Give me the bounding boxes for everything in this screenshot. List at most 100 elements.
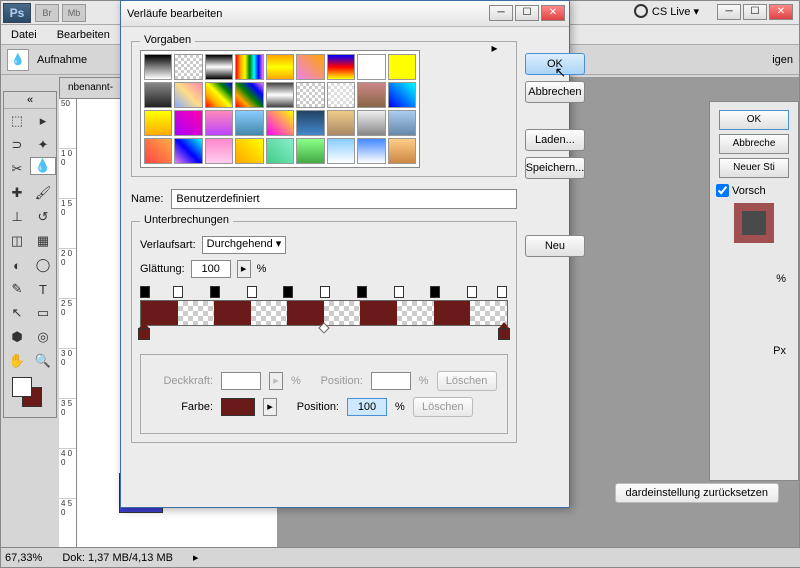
foreground-swatch[interactable] <box>12 377 32 397</box>
opacity-stop[interactable] <box>430 286 440 298</box>
preset-swatch[interactable] <box>388 138 416 164</box>
preset-swatch[interactable] <box>144 82 172 108</box>
reset-defaults-button[interactable]: dardeinstellung zurücksetzen <box>615 483 779 503</box>
preset-swatch[interactable] <box>144 110 172 136</box>
preset-swatch[interactable] <box>266 110 294 136</box>
preset-swatch[interactable] <box>327 110 355 136</box>
preset-swatch[interactable] <box>388 110 416 136</box>
dodge-tool[interactable]: ◯ <box>30 253 56 277</box>
pen-tool[interactable]: ✎ <box>4 277 30 301</box>
color-menu-icon[interactable]: ▸ <box>263 398 277 416</box>
opacity-stop[interactable] <box>210 286 220 298</box>
name-input[interactable] <box>171 189 516 209</box>
doc-size[interactable]: Dok: 1,37 MB/4,13 MB <box>62 552 173 564</box>
load-button[interactable]: Laden... <box>525 129 586 151</box>
document-tab[interactable]: nbenannt- <box>59 77 122 99</box>
menu-datei[interactable]: Datei <box>11 29 37 41</box>
dialog-minimize-button[interactable]: ─ <box>489 5 513 21</box>
preset-swatch[interactable] <box>144 54 172 80</box>
maximize-button[interactable]: ☐ <box>743 4 767 20</box>
preset-swatch[interactable] <box>205 82 233 108</box>
cancel-button[interactable]: Abbrechen <box>525 81 586 103</box>
bridge-button[interactable]: Br <box>35 4 59 22</box>
color-position-input[interactable] <box>347 398 387 416</box>
opacity-stop[interactable] <box>283 286 293 298</box>
preset-swatch[interactable] <box>235 82 263 108</box>
preset-swatch[interactable] <box>174 82 202 108</box>
preset-swatch[interactable] <box>205 54 233 80</box>
camera-tool[interactable]: ◎ <box>30 325 56 349</box>
shape-tool[interactable]: ▭ <box>30 301 56 325</box>
gradient-type-select[interactable]: Durchgehend ▾ <box>202 236 287 254</box>
opacity-stop[interactable] <box>497 286 507 298</box>
direct-select-tool[interactable]: ↖ <box>4 301 30 325</box>
hand-tool[interactable]: ✋ <box>4 349 30 373</box>
lasso-tool[interactable]: ⊃ <box>4 133 30 157</box>
cs-live-menu[interactable]: CS Live ▾ <box>634 4 699 18</box>
zoom-level[interactable]: 67,33% <box>5 552 42 564</box>
eraser-tool[interactable]: ◫ <box>4 229 30 253</box>
blur-tool[interactable]: ◐ <box>4 253 30 277</box>
preset-swatch[interactable] <box>205 138 233 164</box>
preset-swatch[interactable] <box>235 54 263 80</box>
history-brush-tool[interactable]: ↺ <box>30 205 56 229</box>
opacity-stop[interactable] <box>320 286 330 298</box>
opacity-stop[interactable] <box>140 286 150 298</box>
preset-swatch[interactable] <box>266 82 294 108</box>
preset-swatch[interactable] <box>235 138 263 164</box>
heal-tool[interactable]: ✚ <box>4 181 30 205</box>
preset-swatch[interactable] <box>174 110 202 136</box>
style-ok-button[interactable]: OK <box>719 110 789 130</box>
zoom-tool[interactable]: 🔍 <box>30 349 56 373</box>
preset-swatch[interactable] <box>296 82 324 108</box>
close-button[interactable]: ✕ <box>769 4 793 20</box>
dialog-close-button[interactable]: ✕ <box>541 5 565 21</box>
stamp-tool[interactable]: ⊥ <box>4 205 30 229</box>
preset-swatch[interactable] <box>357 110 385 136</box>
ok-button[interactable]: OK ↖ <box>525 53 586 75</box>
preset-swatch[interactable] <box>174 138 202 164</box>
style-cancel-button[interactable]: Abbreche <box>719 134 789 154</box>
dialog-maximize-button[interactable]: ☐ <box>515 5 539 21</box>
gradient-tool[interactable]: ▦ <box>30 229 56 253</box>
preset-swatch[interactable] <box>357 54 385 80</box>
preset-swatch[interactable] <box>357 138 385 164</box>
3d-tool[interactable]: ⬢ <box>4 325 30 349</box>
dialog-title-bar[interactable]: Verläufe bearbeiten ─ ☐ ✕ <box>121 1 569 27</box>
preset-swatch[interactable] <box>357 82 385 108</box>
color-stop[interactable] <box>138 328 150 342</box>
status-arrow-icon[interactable]: ▸ <box>193 551 199 564</box>
type-tool[interactable]: T <box>30 277 56 301</box>
crop-tool[interactable]: ✂ <box>4 157 30 181</box>
opacity-stop[interactable] <box>467 286 477 298</box>
gradient-bar[interactable] <box>140 286 508 346</box>
opacity-stop[interactable] <box>173 286 183 298</box>
wand-tool[interactable]: ✦ <box>30 133 56 157</box>
preset-swatch[interactable] <box>296 110 324 136</box>
minimize-button[interactable]: ─ <box>717 4 741 20</box>
preset-swatch[interactable] <box>296 138 324 164</box>
smoothness-stepper[interactable]: ▸ <box>237 260 251 278</box>
preset-swatch[interactable] <box>174 54 202 80</box>
preset-swatch[interactable] <box>266 138 294 164</box>
menu-bearbeiten[interactable]: Bearbeiten <box>57 29 110 41</box>
tool-preset-icon[interactable]: 💧 <box>7 49 29 71</box>
tools-collapse-icon[interactable]: « <box>4 92 56 109</box>
preset-swatch[interactable] <box>388 82 416 108</box>
new-button[interactable]: Neu <box>525 235 586 257</box>
mb-button[interactable]: Mb <box>62 4 86 22</box>
preset-swatch[interactable] <box>144 138 172 164</box>
preset-swatch[interactable] <box>266 54 294 80</box>
save-button[interactable]: Speichern... <box>525 157 586 179</box>
preview-checkbox[interactable]: Vorsch <box>716 184 792 197</box>
preset-swatch[interactable] <box>327 138 355 164</box>
opacity-stop[interactable] <box>357 286 367 298</box>
style-new-button[interactable]: Neuer Sti <box>719 158 789 178</box>
path-select-tool[interactable]: ▸ <box>30 109 56 133</box>
smoothness-input[interactable] <box>191 260 231 278</box>
preset-swatch[interactable] <box>388 54 416 80</box>
preset-swatch[interactable] <box>327 54 355 80</box>
eyedropper-tool[interactable]: 💧 <box>30 157 56 175</box>
preset-swatch[interactable] <box>296 54 324 80</box>
presets-menu-icon[interactable]: ▸ <box>492 41 498 55</box>
